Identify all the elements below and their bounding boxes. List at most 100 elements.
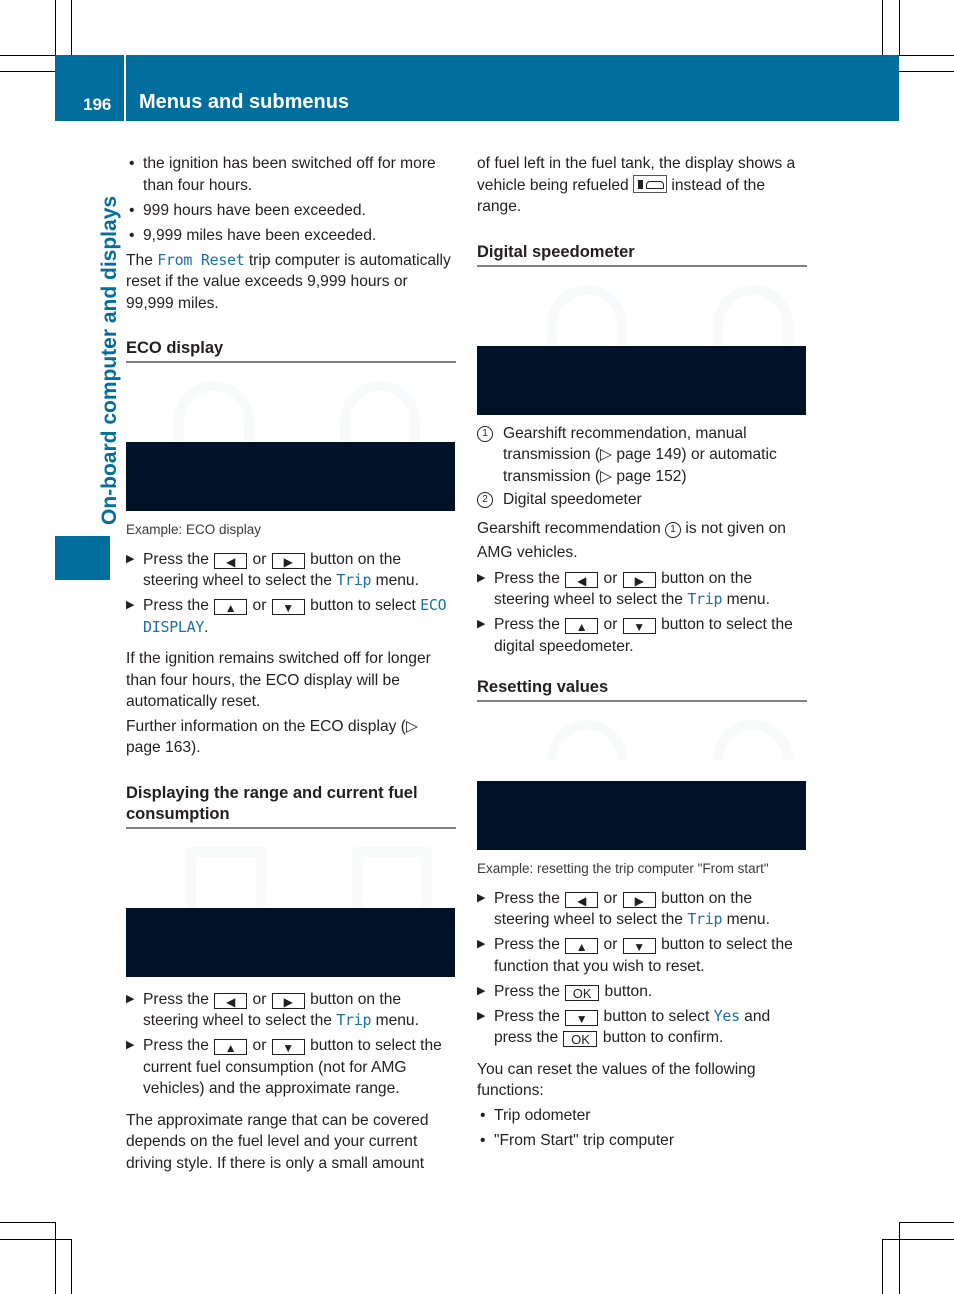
down-arrow-button-icon: ▼ [622,618,656,634]
crop-mark [0,55,55,56]
step-item: ▶ Press the ▲ or ▼ button to select ECO D… [126,596,447,636]
gauge-outline-icon [340,381,420,441]
section-heading-digital-speedometer: Digital speedometer [477,242,807,267]
crop-mark [0,1222,55,1223]
chapter-tab-label: On-board computer and displays [98,195,121,525]
gauge-outline-icon [547,284,627,345]
range-steps: ▶ Press the ◀ or ▶ button on the steering… [126,989,456,1100]
down-arrow-button-icon: ▼ [565,1009,599,1026]
step-item: ▶ Press the ◀ or ▶ button on the steering… [126,550,419,590]
up-arrow-button-icon: ▲ [565,618,599,634]
display-term: Trip [687,590,723,608]
range-paragraph: The approximate range that can be covere… [126,1111,429,1172]
right-arrow-button-icon: ▶ [622,571,656,588]
refuel-paragraph: of fuel left in the fuel tank, the displ… [477,155,796,215]
left-arrow-button-icon: ◀ [565,891,599,908]
figure-caption: Example: resetting the trip computer "Fr… [477,861,769,876]
header-divider [124,55,126,121]
step-item: ▶ Press the ◀ or ▶ button on the steering… [126,990,419,1030]
callout-number-icon: 1 [477,425,493,442]
left-arrow-button-icon: ◀ [214,552,248,569]
crop-mark [71,0,72,55]
crop-mark [899,55,954,56]
crop-mark [899,71,954,72]
crop-mark [882,1239,883,1294]
gauge-outline-icon [174,381,254,441]
down-arrow-button-icon: ▼ [271,1039,305,1055]
list-item: 9,999 miles have been exceeded. [126,225,456,247]
display-term: Yes [713,1006,741,1025]
callout-number-icon: 2 [477,492,493,508]
gauge-outline-icon [186,846,266,907]
legend-item: 2 Digital speedometer [477,489,807,511]
section-heading-eco-display: ECO display [126,338,456,363]
crop-mark [899,0,900,55]
step-item: ▶ Press the ◀ or ▶ button on the steering… [477,569,770,609]
crop-mark [0,1239,71,1240]
list-item: "From Start" trip computer [477,1130,807,1152]
step-item: ▶ Press the ▲ or ▼ button to select the d… [477,616,793,655]
reset-figure [477,702,807,850]
gauge-outline-icon [713,720,793,760]
list-item: 999 hours have been exceeded. [126,200,456,222]
display-term: Trip [336,1011,372,1029]
display-term: Trip [687,910,723,928]
crop-mark [55,0,56,55]
up-arrow-button-icon: ▲ [214,599,248,615]
right-arrow-button-icon: ▶ [271,552,305,569]
right-column: of fuel left in the fuel tank, the displ… [477,153,807,1155]
step-item: ▶ Press the OK button. [477,982,653,1001]
speedometer-figure [477,267,807,415]
left-column: the ignition has been switched off for m… [126,153,456,1177]
down-arrow-button-icon: ▼ [622,938,656,954]
section-heading-resetting-values: Resetting values [477,677,807,702]
reset-conditions-list: the ignition has been switched off for m… [126,153,456,246]
chapter-tab-marker [55,536,110,580]
display-image-placeholder [477,345,806,415]
list-item: the ignition has been switched off for m… [126,153,456,196]
crop-mark [71,1239,72,1294]
right-arrow-button-icon: ▶ [622,891,656,908]
gauge-outline-icon [352,846,432,907]
step-arrow-icon: ▶ [126,1039,135,1051]
step-arrow-icon: ▶ [126,992,135,1005]
step-item: ▶ Press the ▼ button to select Yes and pr… [477,1006,771,1047]
crop-mark [882,1239,954,1240]
ok-button-icon: OK [563,1031,598,1047]
display-term: From Reset [157,250,245,269]
legend-item: 1 Gearshift recommendation, manual transm… [477,423,807,488]
step-arrow-icon: ▶ [477,984,486,997]
gauge-outline-icon [547,720,627,760]
display-term: Trip [336,571,372,589]
figure-legend: 1 Gearshift recommendation, manual transm… [477,423,807,511]
figure-caption: Example: ECO display [126,522,262,537]
ok-button-icon: OK [565,984,600,1001]
step-arrow-icon: ▶ [126,599,135,611]
step-arrow-icon: ▶ [126,552,135,565]
display-image-placeholder [126,907,455,977]
from-reset-paragraph: The From Reset trip computer is automati… [126,250,451,312]
page-number: 196 [83,95,112,114]
up-arrow-button-icon: ▲ [565,938,599,954]
step-item: ▶ Press the ▲ or ▼ button to select the f… [477,936,793,975]
reset-functions-paragraph: You can reset the values of the followin… [477,1060,756,1100]
eco-steps: ▶ Press the ◀ or ▶ button on the steering… [126,549,456,639]
step-item: ▶ Press the ▲ or ▼ button to select the c… [126,1037,442,1097]
up-arrow-button-icon: ▲ [214,1039,248,1055]
gauge-outline-icon [713,284,793,345]
eco-reset-paragraph: If the ignition remains switched off for… [126,650,431,710]
crop-mark [899,1222,900,1294]
step-arrow-icon: ▶ [477,571,486,584]
eco-reference-paragraph: Further information on the ECO display (… [126,717,418,757]
section-heading-range: Displaying the range and current fuel co… [126,783,456,829]
down-arrow-button-icon: ▼ [271,599,305,615]
right-arrow-button-icon: ▶ [271,992,305,1009]
fuel-pump-car-icon [633,174,668,193]
step-arrow-icon: ▶ [477,618,486,630]
left-arrow-button-icon: ◀ [214,992,248,1009]
range-display-figure [126,829,456,977]
crop-mark [55,1222,56,1294]
step-item: ▶ Press the ◀ or ▶ button on the steering… [477,889,770,929]
step-arrow-icon: ▶ [477,1009,486,1022]
speedometer-steps: ▶ Press the ◀ or ▶ button on the steering… [477,568,807,658]
